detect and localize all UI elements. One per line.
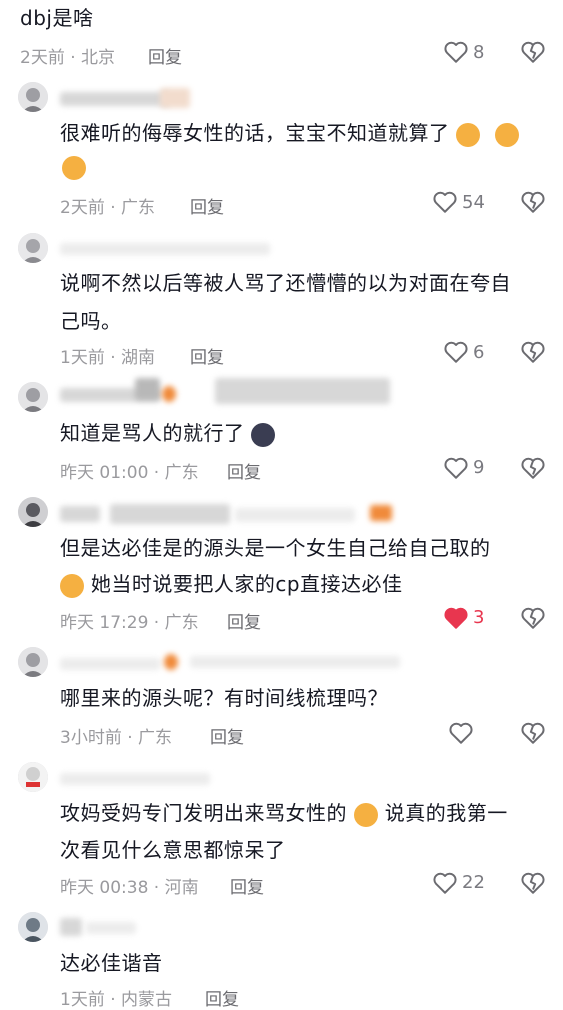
heart-icon: [444, 341, 468, 363]
avatar[interactable]: [18, 912, 48, 942]
like-count: 9: [473, 457, 485, 478]
comment-text: 知道是骂人的就行了: [60, 415, 276, 451]
broken-heart-icon: [521, 41, 545, 63]
broken-heart-icon: [521, 722, 545, 744]
dark-face-emoji-icon: [251, 422, 276, 447]
heart-filled-icon: [444, 607, 468, 629]
comment-text: 己吗。: [60, 309, 122, 333]
reply-button[interactable]: 回复: [210, 723, 244, 748]
username-blurred: [60, 658, 160, 670]
comment-text: 哪里来的源头呢？有时间线梳理吗？: [60, 686, 388, 710]
dislike-button[interactable]: [520, 721, 546, 749]
comment-meta: 2天前 · 北京: [20, 48, 116, 68]
reply-button[interactable]: 回复: [230, 873, 264, 898]
username-blurred: [190, 656, 400, 668]
like-button[interactable]: [443, 456, 469, 484]
comment-text: 说啊不然以后等被人骂了还懵懵的以为对面在夸自: [60, 271, 511, 295]
dislike-button[interactable]: [520, 456, 546, 484]
comment-text: 次看见什么意思都惊呆了: [60, 838, 286, 862]
comment-meta: 1天前 · 湖南: [60, 348, 156, 368]
reply-button[interactable]: 回复: [205, 985, 239, 1010]
comment-text: 攻妈受妈专门发明出来骂女性的 说真的我第一: [60, 801, 508, 827]
like-button[interactable]: [443, 40, 469, 68]
reply-button[interactable]: 回复: [190, 343, 224, 368]
hug-emoji-icon: [495, 122, 520, 147]
comment-text: 很难听的侮辱女性的话，宝宝不知道就算了: [60, 115, 520, 151]
crying-emoji-icon: [353, 802, 378, 827]
username-blurred: [86, 922, 136, 934]
dislike-button[interactable]: [520, 606, 546, 634]
heart-icon: [449, 722, 473, 744]
comment-meta: 3小时前 · 广东: [60, 728, 173, 748]
comment-meta: 昨天 01:00 · 广东: [60, 463, 199, 483]
broken-heart-icon: [521, 607, 545, 629]
like-count: 3: [473, 607, 485, 628]
like-button[interactable]: [432, 190, 458, 218]
hug-emoji-icon: [62, 156, 86, 180]
comment-meta: 1天前 · 内蒙古: [60, 990, 173, 1010]
like-count: 8: [473, 42, 485, 63]
avatar[interactable]: [18, 382, 48, 412]
dislike-button[interactable]: [520, 871, 546, 899]
username-blurred: [60, 92, 170, 106]
comment-meta: 昨天 00:38 · 河南: [60, 878, 199, 898]
username-blurred: [60, 773, 210, 785]
dislike-button[interactable]: [520, 40, 546, 68]
heart-icon: [444, 41, 468, 63]
like-button[interactable]: [448, 721, 474, 749]
dislike-button[interactable]: [520, 340, 546, 368]
reply-button[interactable]: 回复: [190, 193, 224, 218]
avatar[interactable]: [18, 762, 48, 792]
broken-heart-icon: [521, 191, 545, 213]
avatar[interactable]: [18, 233, 48, 263]
avatar[interactable]: [18, 82, 48, 112]
broken-heart-icon: [521, 457, 545, 479]
heart-icon: [433, 191, 457, 213]
comment-emoji: [62, 156, 86, 180]
avatar[interactable]: [18, 497, 48, 527]
heart-icon: [433, 872, 457, 894]
username-blurred: [370, 505, 392, 521]
username-blurred: [60, 506, 100, 522]
like-count: 54: [462, 192, 485, 213]
username-blurred: [164, 654, 178, 670]
username-blurred: [135, 378, 160, 400]
username-blurred: [162, 386, 176, 402]
like-count: 22: [462, 872, 485, 893]
username-blurred: [60, 243, 270, 255]
username-blurred: [160, 88, 190, 108]
comment-text: 达必佳谐音: [60, 951, 163, 975]
like-button[interactable]: [443, 606, 469, 634]
comment-text: dbj是啥: [20, 6, 94, 30]
broken-heart-icon: [521, 872, 545, 894]
username-blurred: [60, 918, 82, 936]
like-button[interactable]: [443, 340, 469, 368]
dislike-button[interactable]: [520, 190, 546, 218]
username-blurred: [110, 504, 230, 524]
reply-button[interactable]: 回复: [227, 608, 261, 633]
username-blurred: [215, 378, 390, 404]
comment-text: 但是达必佳是的源头是一个女生自己给自己取的: [60, 536, 491, 560]
broken-heart-icon: [521, 341, 545, 363]
laughing-crying-emoji-icon: [60, 573, 84, 598]
avatar[interactable]: [18, 647, 48, 677]
like-count: 6: [473, 342, 485, 363]
reply-button[interactable]: 回复: [148, 43, 182, 68]
heart-icon: [444, 457, 468, 479]
comment-text: 她当时说要把人家的cp直接达必佳: [60, 566, 403, 602]
like-button[interactable]: [432, 871, 458, 899]
comment-meta: 2天前 · 广东: [60, 198, 156, 218]
reply-button[interactable]: 回复: [227, 458, 261, 483]
comment-meta: 昨天 17:29 · 广东: [60, 613, 199, 633]
username-blurred: [235, 508, 355, 522]
hug-emoji-icon: [456, 122, 481, 147]
